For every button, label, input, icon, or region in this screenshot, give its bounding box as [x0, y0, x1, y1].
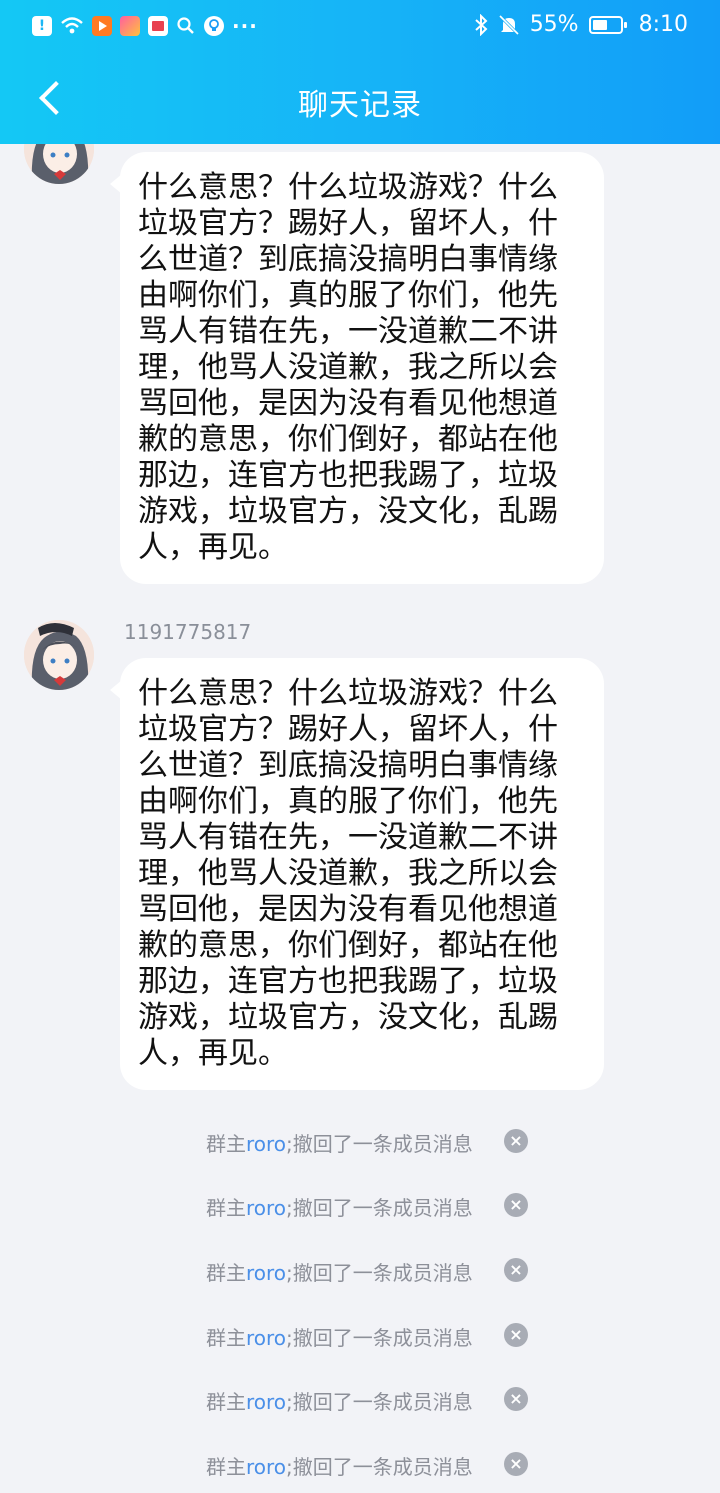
notice-text: 群主roro;撤回了一条成员消息: [206, 1390, 473, 1414]
header: ! ··· 55% 8:10 聊天记录: [0, 0, 720, 144]
group-owner-link[interactable]: roro: [246, 1261, 286, 1285]
bulb-icon: [204, 16, 224, 36]
notice-text: 群主roro;撤回了一条成员消息: [206, 1326, 473, 1350]
bluetooth-icon: [475, 13, 488, 36]
recall-notice: 群主roro;撤回了一条成员消息 ×: [0, 1379, 720, 1419]
message-text: 什么意思？什么垃圾游戏？什么垃圾官方？踢好人，留坏人，什么世道？到底搞没搞明白事…: [138, 676, 558, 1071]
wifi-icon: [61, 17, 83, 34]
notice-text: 群主roro;撤回了一条成员消息: [206, 1196, 473, 1220]
book-app-icon: [148, 16, 168, 36]
close-icon[interactable]: ×: [504, 1193, 528, 1217]
status-bar: ! ··· 55% 8:10: [0, 0, 720, 56]
close-icon[interactable]: ×: [504, 1323, 528, 1347]
message-bubble[interactable]: 什么意思？什么垃圾游戏？什么垃圾官方？踢好人，留坏人，什么世道？到底搞没搞明白事…: [110, 658, 604, 1090]
close-icon[interactable]: ×: [504, 1129, 528, 1153]
message-text: 什么意思？什么垃圾游戏？什么垃圾官方？踢好人，留坏人，什么世道？到底搞没搞明白事…: [138, 170, 558, 565]
close-icon[interactable]: ×: [504, 1387, 528, 1411]
close-icon[interactable]: ×: [504, 1452, 528, 1476]
alert-icon: !: [32, 16, 52, 36]
avatar[interactable]: [24, 620, 94, 690]
sender-name[interactable]: 1191775817: [124, 620, 251, 644]
status-icons-right: 55% 8:10: [474, 12, 688, 37]
recall-notice: 群主roro;撤回了一条成员消息 ×: [0, 1121, 720, 1161]
mute-icon: [498, 14, 519, 35]
status-icons-left: ! ···: [32, 14, 258, 38]
more-icon: ···: [232, 14, 258, 38]
notice-text: 群主roro;撤回了一条成员消息: [206, 1455, 473, 1479]
group-owner-link[interactable]: roro: [246, 1132, 286, 1156]
video-app-icon: [92, 16, 112, 36]
avatar-image: [24, 620, 94, 690]
search-icon: [177, 17, 194, 34]
message-bubble[interactable]: 什么意思？什么垃圾游戏？什么垃圾官方？踢好人，留坏人，什么世道？到底搞没搞明白事…: [110, 152, 604, 584]
close-icon[interactable]: ×: [504, 1258, 528, 1282]
recall-notice: 群主roro;撤回了一条成员消息 ×: [0, 1185, 720, 1225]
group-owner-link[interactable]: roro: [246, 1455, 286, 1479]
recall-notice: 群主roro;撤回了一条成员消息 ×: [0, 1250, 720, 1290]
group-owner-link[interactable]: roro: [246, 1390, 286, 1414]
group-owner-link[interactable]: roro: [246, 1196, 286, 1220]
battery-level: [592, 19, 607, 30]
battery-icon: [588, 15, 627, 34]
page-title: 聊天记录: [298, 88, 422, 123]
nav-bar: 聊天记录: [0, 56, 720, 144]
notice-text: 群主roro;撤回了一条成员消息: [206, 1132, 473, 1156]
battery-percent: 55%: [529, 12, 579, 37]
recall-notice: 群主roro;撤回了一条成员消息 ×: [0, 1315, 720, 1355]
group-owner-link[interactable]: roro: [246, 1326, 286, 1350]
clock: 8:10: [638, 12, 688, 37]
app-icon: [120, 16, 140, 36]
notice-text: 群主roro;撤回了一条成员消息: [206, 1261, 473, 1285]
recall-notice: 群主roro;撤回了一条成员消息 ×: [0, 1444, 720, 1484]
